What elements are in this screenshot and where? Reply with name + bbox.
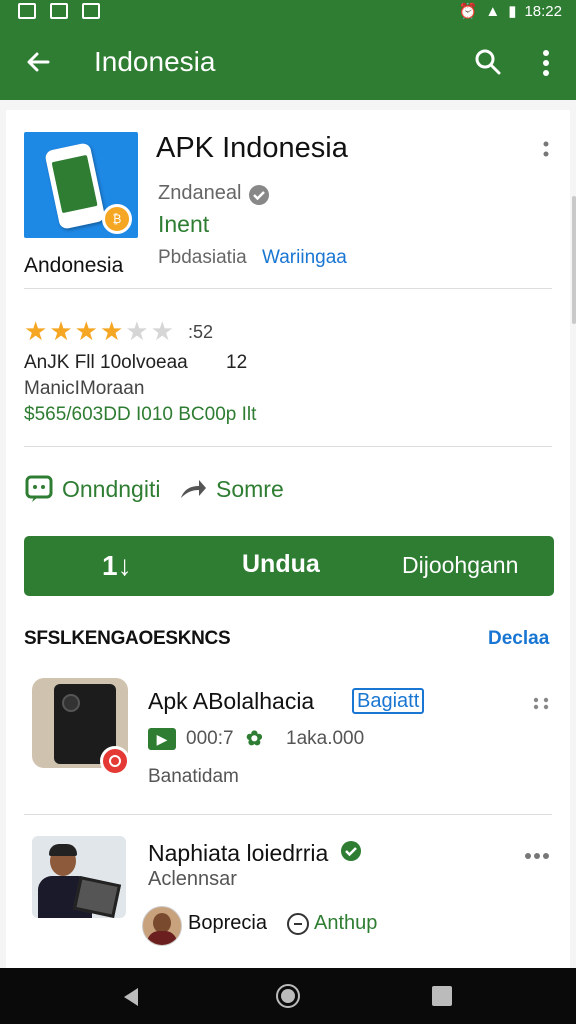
avatar[interactable] bbox=[142, 906, 182, 946]
star-empty-icon: ★ bbox=[125, 316, 149, 346]
info-line-1: AnJK Fll 10olvoeaa bbox=[24, 352, 188, 373]
search-icon[interactable] bbox=[472, 46, 504, 78]
share-icon[interactable] bbox=[178, 476, 208, 502]
battery-icon: ▮ bbox=[508, 3, 517, 20]
section-title: SFSLKENGAOESKNCS bbox=[24, 628, 231, 649]
divider bbox=[24, 814, 552, 815]
meta-link[interactable]: Wariingaa bbox=[262, 247, 347, 269]
info-line-1-value: 12 bbox=[226, 352, 248, 373]
verified-check-icon bbox=[341, 841, 361, 861]
rating-stars: ★ ★ ★ ★ ★ ★ bbox=[24, 318, 174, 344]
star-filled-icon: ★ bbox=[74, 316, 98, 346]
install-secondary-label: Dijoohgann bbox=[402, 552, 519, 578]
list-item-1-meta-1: 000:7 bbox=[186, 728, 234, 749]
info-line-2: ManicIMoraan bbox=[24, 378, 145, 399]
section-see-more-link[interactable]: Declaa bbox=[488, 628, 549, 650]
divider bbox=[24, 288, 552, 289]
star-filled-icon: ★ bbox=[24, 316, 48, 346]
users-icon: ✿ bbox=[246, 728, 263, 750]
verified-icon bbox=[249, 185, 269, 205]
content-area: ₿ Andonesia APK Indonesia Zndaneal Inent… bbox=[0, 100, 576, 968]
back-arrow-icon[interactable] bbox=[22, 46, 54, 78]
tag-icon bbox=[287, 913, 309, 935]
clock: 18:22 bbox=[524, 2, 562, 20]
rating-count: :52 bbox=[188, 322, 214, 342]
developer-name[interactable]: Zndaneal bbox=[158, 182, 241, 205]
list-item-2-subtitle: Aclennsar bbox=[148, 868, 237, 890]
nav-recents-icon[interactable] bbox=[432, 986, 452, 1006]
price-line: $565/603DD I010 BC00p Ilt bbox=[24, 404, 257, 425]
notification-icons bbox=[18, 3, 100, 19]
coin-icon: ₿ bbox=[102, 204, 132, 234]
app-name: APK Indonesia bbox=[156, 132, 348, 164]
category-link[interactable]: Inent bbox=[158, 211, 209, 238]
signal-icon: ▲ bbox=[485, 2, 501, 20]
list-item-2-thumbnail[interactable] bbox=[32, 836, 126, 918]
scrollbar[interactable] bbox=[572, 196, 576, 324]
wishlist-button[interactable]: Onndngiti bbox=[62, 476, 160, 503]
overflow-menu-icon[interactable] bbox=[536, 48, 556, 78]
play-icon: ▶ bbox=[148, 728, 176, 750]
mail-icon bbox=[82, 3, 100, 19]
list-item-1-subtitle: Banatidam bbox=[148, 766, 239, 787]
app-icon-label: Andonesia bbox=[24, 254, 124, 277]
share-button[interactable]: Somre bbox=[216, 476, 284, 503]
alarm-icon: ⏰ bbox=[458, 3, 478, 20]
nav-back-icon[interactable] bbox=[120, 986, 142, 1008]
list-item-1-title[interactable]: Apk ABolalhacia bbox=[148, 688, 314, 715]
gallery-icon bbox=[18, 3, 36, 19]
download-icon: 1↓ bbox=[102, 550, 132, 581]
list-item-2-author[interactable]: Boprecia bbox=[188, 912, 267, 935]
install-label: Undua bbox=[242, 550, 320, 578]
divider bbox=[24, 446, 552, 447]
star-filled-icon: ★ bbox=[49, 316, 73, 346]
list-item-2-tag[interactable]: Anthup bbox=[314, 912, 377, 935]
meta-label: Pbdasiatia bbox=[158, 247, 247, 268]
record-icon bbox=[100, 746, 130, 776]
star-empty-icon: ★ bbox=[150, 316, 174, 346]
star-filled-icon: ★ bbox=[99, 316, 124, 346]
nav-home-icon[interactable] bbox=[276, 984, 300, 1008]
list-item-1-badge: Bagiatt bbox=[352, 688, 425, 714]
list-item-2-title[interactable]: Naphiata loiedrria bbox=[148, 840, 328, 867]
phone-icon bbox=[44, 142, 106, 230]
page-title: Indonesia bbox=[94, 46, 216, 77]
app-details-card: ₿ Andonesia APK Indonesia Zndaneal Inent… bbox=[6, 110, 570, 968]
install-button[interactable]: 1↓ Undua Dijoohgann bbox=[24, 536, 554, 596]
list-item-2-more-icon[interactable] bbox=[524, 852, 550, 860]
system-icons: ⏰ ▲ ▮ 18:22 bbox=[458, 2, 562, 21]
list-item-1-meta-2: 1aka.000 bbox=[286, 728, 365, 749]
app-icon: ₿ bbox=[24, 132, 138, 238]
wishlist-icon[interactable] bbox=[24, 474, 54, 504]
list-item-1-more-icon[interactable] bbox=[532, 696, 550, 710]
navigation-bar bbox=[0, 968, 576, 1024]
status-bar: ⏰ ▲ ▮ 18:22 bbox=[0, 0, 576, 24]
app-bar: Indonesia bbox=[0, 24, 576, 100]
more-options-icon[interactable] bbox=[542, 140, 550, 160]
photo-icon bbox=[50, 3, 68, 19]
